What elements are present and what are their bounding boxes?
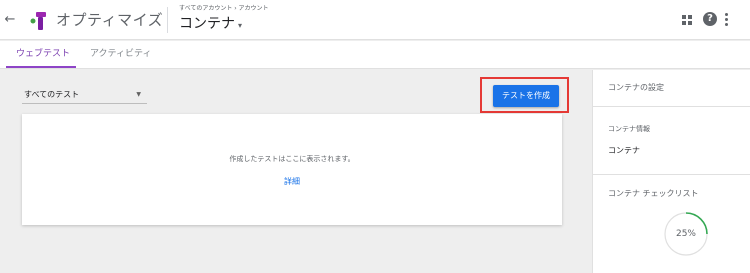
header-divider bbox=[167, 7, 168, 33]
empty-state-message: 作成したテストはここに表示されます。 bbox=[229, 155, 355, 163]
optimize-logo-icon bbox=[30, 12, 46, 30]
filter-value: すべてのテスト bbox=[24, 90, 80, 99]
checklist-label[interactable]: コンテナ チェックリスト bbox=[608, 188, 699, 199]
container-selector[interactable]: コンテナ ▾ bbox=[179, 14, 242, 36]
tab-activity[interactable]: アクティビティ bbox=[90, 48, 151, 60]
details-link[interactable]: 詳細 bbox=[22, 176, 562, 187]
app-name: オプティマイズ bbox=[56, 11, 164, 29]
tab-web-tests[interactable]: ウェブテスト bbox=[16, 48, 70, 60]
tests-empty-card: 作成したテストはここに表示されます。 詳細 bbox=[22, 114, 562, 225]
panel-divider bbox=[593, 174, 750, 175]
active-tab-indicator bbox=[6, 66, 76, 68]
apps-grid-icon[interactable] bbox=[682, 15, 692, 25]
container-info-label: コンテナ情報 bbox=[608, 125, 650, 133]
back-arrow-icon[interactable]: ← bbox=[4, 10, 16, 30]
settings-title: コンテナの設定 bbox=[608, 83, 664, 92]
container-settings-panel: コンテナの設定 コンテナ情報 コンテナ コンテナ チェックリスト 25% bbox=[592, 70, 750, 273]
test-filter-dropdown[interactable]: すべてのテスト ▼ bbox=[22, 88, 147, 104]
container-info-value: コンテナ bbox=[608, 146, 640, 155]
checklist-progress-value: 25% bbox=[675, 229, 696, 239]
help-icon[interactable]: ? bbox=[703, 12, 717, 26]
tab-bar: ウェブテスト アクティビティ bbox=[0, 41, 750, 69]
panel-divider bbox=[593, 106, 750, 107]
breadcrumb[interactable]: すべてのアカウント › アカウント bbox=[179, 4, 269, 13]
create-test-button[interactable]: テストを作成 bbox=[493, 85, 559, 107]
dropdown-caret-icon: ▼ bbox=[136, 91, 141, 98]
top-app-bar: ← オプティマイズ すべてのアカウント › アカウント コンテナ ▾ ? bbox=[0, 0, 750, 40]
more-vert-icon[interactable] bbox=[723, 12, 729, 28]
chevron-down-icon: ▾ bbox=[238, 21, 243, 30]
container-title: コンテナ bbox=[179, 16, 235, 32]
